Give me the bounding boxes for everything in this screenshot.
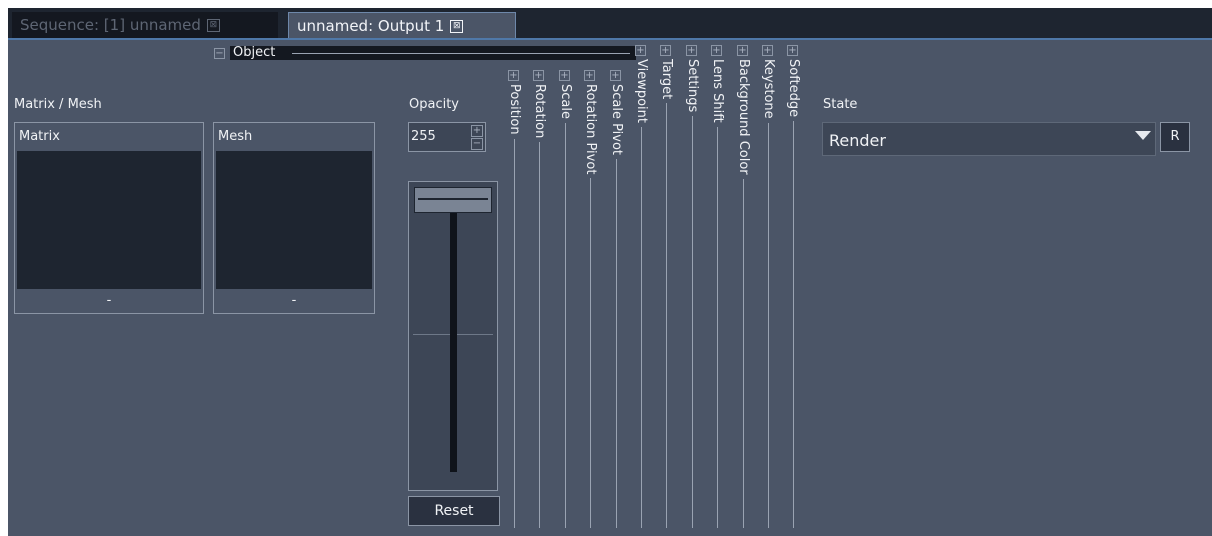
mesh-header: Mesh	[218, 129, 253, 144]
column-position[interactable]: Position	[504, 84, 524, 528]
column-label: Rotation Pivot	[583, 84, 598, 175]
slider-handle[interactable]	[414, 187, 492, 213]
column-line	[590, 178, 591, 528]
column-rotation-pivot[interactable]: Rotation Pivot	[580, 84, 600, 528]
expand-icon[interactable]: +	[711, 45, 722, 56]
column-label: Target	[659, 59, 674, 100]
column-scale[interactable]: Scale	[555, 84, 575, 528]
column-label: Settings	[685, 59, 700, 113]
mesh-preview[interactable]	[216, 151, 372, 289]
object-group-header: Object	[230, 45, 636, 60]
column-line	[768, 123, 769, 528]
column-label: Lens Shift	[710, 59, 725, 123]
column-label: Softedge	[786, 59, 801, 118]
column-line	[641, 127, 642, 528]
column-settings[interactable]: Settings	[682, 59, 702, 528]
expand-icon[interactable]: +	[686, 45, 697, 56]
chevron-down-icon[interactable]	[1135, 131, 1151, 140]
expand-icon[interactable]: +	[533, 70, 544, 81]
column-label: Keystone	[761, 59, 776, 119]
state-value: Render	[829, 131, 886, 150]
tab-sequence-label: Sequence: [1] unnamed	[20, 16, 201, 34]
column-label: Rotation	[532, 84, 547, 139]
column-target[interactable]: Target	[656, 59, 676, 528]
mesh-value: -	[291, 293, 297, 308]
state-reset-button[interactable]: R	[1160, 122, 1190, 152]
column-background-color[interactable]: Background Color	[733, 59, 753, 528]
column-line	[743, 179, 744, 528]
column-keystone[interactable]: Keystone	[758, 59, 778, 528]
column-softedge[interactable]: Softedge	[783, 59, 803, 528]
object-label: Object	[233, 45, 276, 60]
column-lens-shift[interactable]: Lens Shift	[707, 59, 727, 528]
column-label: Scale Pivot	[609, 84, 624, 156]
expand-icon[interactable]: +	[610, 70, 621, 81]
tab-sequence[interactable]: Sequence: [1] unnamed ⊠	[12, 12, 278, 38]
expand-icon[interactable]: +	[508, 70, 519, 81]
output-panel: − Object Matrix / Mesh Matrix - Mesh - O…	[8, 40, 1212, 536]
slider-track[interactable]	[450, 212, 457, 472]
column-line	[539, 142, 540, 528]
column-line	[514, 139, 515, 528]
matrix-value: -	[106, 293, 112, 308]
column-scale-pivot[interactable]: Scale Pivot	[606, 84, 626, 528]
column-line	[565, 123, 566, 528]
expand-icon[interactable]: +	[584, 70, 595, 81]
increment-icon[interactable]: +	[471, 125, 483, 137]
collapse-object-icon[interactable]: −	[214, 48, 225, 59]
state-dropdown[interactable]: Render	[822, 122, 1156, 156]
column-label: Background Color	[736, 59, 751, 175]
matrix-header: Matrix	[19, 129, 60, 144]
column-line	[616, 159, 617, 528]
tab-bar: Sequence: [1] unnamed ⊠ unnamed: Output 1…	[8, 8, 1212, 40]
expand-icon[interactable]: +	[737, 45, 748, 56]
mesh-slot[interactable]: Mesh -	[213, 122, 375, 314]
matrix-slot[interactable]: Matrix -	[14, 122, 204, 314]
column-viewpoint[interactable]: Viewpoint	[631, 59, 651, 528]
expand-icon[interactable]: +	[559, 70, 570, 81]
opacity-value: 255	[411, 129, 436, 144]
column-line	[666, 103, 667, 528]
expand-icon[interactable]: +	[787, 45, 798, 56]
column-rotation[interactable]: Rotation	[529, 84, 549, 528]
window-frame: Sequence: [1] unnamed ⊠ unnamed: Output 1…	[0, 0, 1212, 536]
matrix-mesh-title: Matrix / Mesh	[14, 97, 102, 112]
expand-icon[interactable]: +	[762, 45, 773, 56]
decrement-icon[interactable]: −	[471, 138, 483, 150]
opacity-label: Opacity	[409, 97, 460, 112]
column-line	[692, 116, 693, 528]
close-icon[interactable]: ⊠	[206, 19, 220, 32]
close-icon[interactable]: ⊠	[450, 20, 464, 33]
tab-output[interactable]: unnamed: Output 1 ⊠	[288, 12, 516, 38]
expand-icon[interactable]: +	[660, 45, 671, 56]
column-line	[793, 121, 794, 528]
opacity-input[interactable]: 255 + −	[408, 122, 486, 152]
column-label: Scale	[558, 84, 573, 119]
matrix-preview[interactable]	[17, 151, 201, 289]
column-label: Position	[507, 84, 522, 135]
column-label: Viewpoint	[634, 59, 649, 124]
column-line	[717, 127, 718, 528]
opacity-slider[interactable]	[408, 181, 498, 491]
reset-button[interactable]: Reset	[408, 496, 500, 526]
state-label: State	[823, 97, 858, 112]
object-divider	[292, 53, 630, 54]
tab-output-label: unnamed: Output 1	[297, 17, 445, 35]
expand-icon[interactable]: +	[635, 45, 646, 56]
